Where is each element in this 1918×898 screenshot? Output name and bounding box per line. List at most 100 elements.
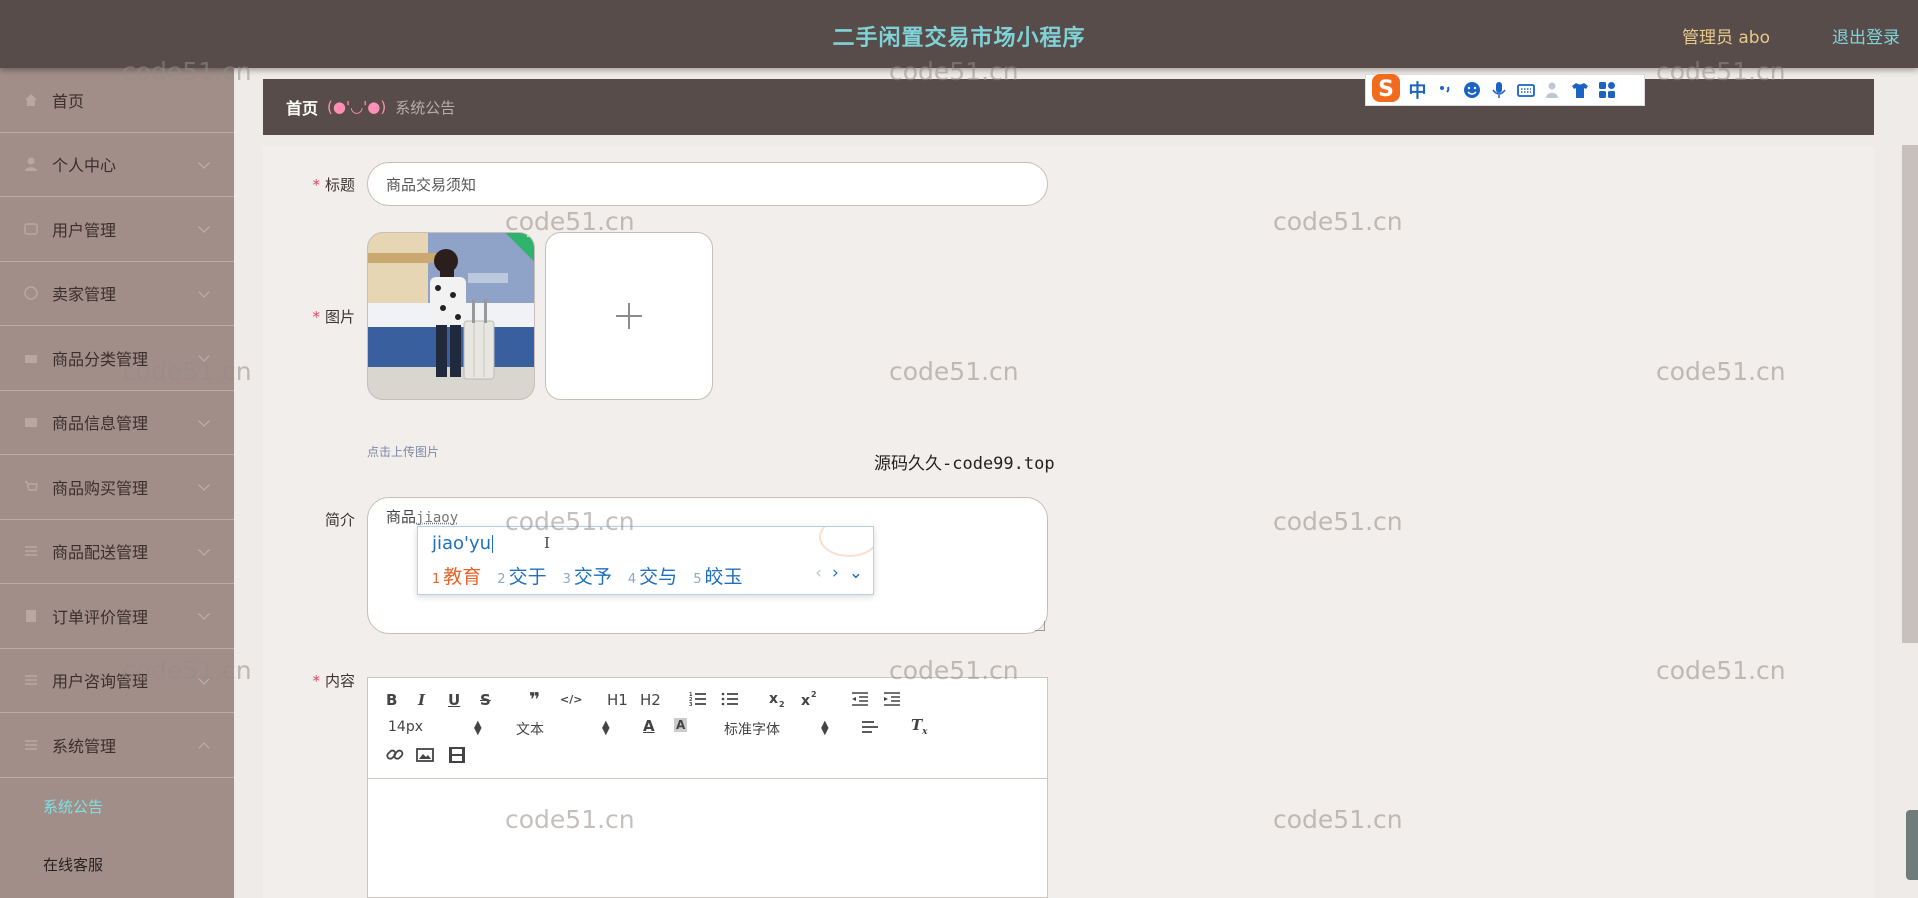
- align-icon[interactable]: [861, 718, 879, 740]
- consult-icon: [22, 671, 40, 689]
- intro-label: 简介: [324, 511, 355, 529]
- sidebar-item-label: 系统管理: [52, 736, 117, 756]
- chevron-down-icon: [198, 285, 210, 298]
- sidebar-subitem-online-service[interactable]: 在线客服: [0, 836, 234, 894]
- blockquote-button[interactable]: ❞: [529, 689, 540, 711]
- skin-shirt-icon[interactable]: [1566, 76, 1593, 104]
- sidebar-item-delivery[interactable]: 商品配送管理: [0, 520, 234, 584]
- text-style-select[interactable]: 文本 ▲ ▼: [516, 719, 610, 739]
- title-label: * 标题: [312, 176, 355, 194]
- sidebar-item-label: 商品购买管理: [52, 478, 149, 498]
- user-account-icon[interactable]: [1539, 76, 1566, 104]
- microphone-icon[interactable]: [1485, 76, 1512, 104]
- bullet-list-icon[interactable]: [721, 690, 739, 712]
- page-scrollbar[interactable]: [1902, 145, 1918, 643]
- sidebar-item-consult[interactable]: 用户咨询管理: [0, 649, 234, 713]
- ime-mode-toggle[interactable]: 中: [1404, 76, 1431, 104]
- plus-icon: [616, 303, 642, 329]
- sidebar-item-sellers[interactable]: 卖家管理: [0, 262, 234, 326]
- heading-1-button[interactable]: H1: [607, 691, 628, 709]
- superscript-icon[interactable]: x2: [801, 690, 821, 712]
- editor-content-area[interactable]: [368, 779, 1047, 898]
- chevron-up-icon: [198, 742, 210, 754]
- sidebar-item-profile[interactable]: 个人中心: [0, 133, 234, 197]
- editor-toolbar: B I U S ❞ </> H1 H2 123 x2 x2 14px ▲ ▼ 文本 ▲…: [368, 678, 1047, 779]
- sidebar-item-system[interactable]: 系统管理: [0, 713, 234, 778]
- sidebar-item-purchases[interactable]: 商品购买管理: [0, 455, 234, 520]
- users-icon: [22, 220, 40, 238]
- seller-icon: [22, 284, 40, 302]
- sidebar-item-goods[interactable]: 商品信息管理: [0, 391, 234, 455]
- italic-button[interactable]: I: [418, 691, 425, 709]
- sidebar-item-label: 商品分类管理: [52, 349, 149, 369]
- emoji-icon[interactable]: [1458, 76, 1485, 104]
- upload-hint: 点击上传图片: [367, 445, 440, 459]
- font-color-icon[interactable]: A: [643, 717, 655, 735]
- sidebar-item-reviews[interactable]: 订单评价管理: [0, 584, 234, 649]
- intro-composing-text: jiaoy: [416, 510, 459, 526]
- chevron-right-icon[interactable]: ›: [832, 563, 839, 583]
- ime-candidate-window: jiao'yu 1 教育 2 交于 3 交予 4 交与 5 皎玉 ‹ › ⌄: [417, 526, 874, 595]
- background-color-icon[interactable]: A: [674, 718, 688, 732]
- underline-button[interactable]: U: [448, 691, 460, 709]
- chevron-down-icon[interactable]: ⌄: [849, 563, 863, 583]
- punctuation-icon[interactable]: [1431, 76, 1458, 104]
- rich-text-editor: B I U S ❞ </> H1 H2 123 x2 x2 14px ▲ ▼ 文本 ▲…: [367, 677, 1048, 898]
- font-family-select[interactable]: 标准字体 ▲ ▼: [724, 719, 829, 739]
- ime-candidate[interactable]: 3 交予: [563, 562, 612, 589]
- sogou-logo-icon[interactable]: S: [1368, 71, 1404, 105]
- app-title: 二手闲置交易市场小程序: [832, 26, 1086, 51]
- font-size-select[interactable]: 14px ▲ ▼: [388, 719, 482, 737]
- sidebar-item-label: 首页: [52, 91, 85, 111]
- uploaded-photo: [368, 233, 534, 399]
- image-upload-button[interactable]: [545, 232, 713, 400]
- category-icon: [22, 349, 40, 367]
- resize-handle[interactable]: [1035, 621, 1045, 631]
- subscript-icon[interactable]: x2: [769, 690, 789, 712]
- video-insert-icon[interactable]: [448, 746, 466, 768]
- chevron-down-icon: [198, 672, 210, 685]
- svg-text:2: 2: [779, 700, 785, 708]
- image-insert-icon[interactable]: [416, 746, 434, 768]
- toolbox-grid-icon[interactable]: [1593, 76, 1620, 104]
- heading-2-button[interactable]: H2: [640, 691, 661, 709]
- breadcrumb-home[interactable]: 首页: [286, 95, 318, 119]
- sidebar-subitem-announcements[interactable]: 系统公告: [0, 778, 234, 836]
- cart-icon: [22, 478, 40, 496]
- ime-candidate-nav: ‹ › ⌄: [815, 563, 863, 583]
- bold-button[interactable]: B: [386, 691, 397, 709]
- strikethrough-button[interactable]: S: [480, 691, 491, 709]
- side-floating-tab[interactable]: [1906, 810, 1918, 880]
- keyboard-icon[interactable]: [1512, 76, 1539, 104]
- sidebar-item-label: 个人中心: [52, 156, 117, 176]
- sidebar-item-categories[interactable]: 商品分类管理: [0, 326, 234, 391]
- outdent-icon[interactable]: [851, 690, 869, 712]
- decoration: [819, 527, 873, 557]
- ordered-list-icon[interactable]: 123: [689, 690, 707, 712]
- ime-candidate[interactable]: 5 皎玉: [693, 562, 742, 589]
- delivery-icon: [22, 542, 40, 560]
- chevron-down-icon: [198, 350, 210, 362]
- ime-candidate[interactable]: 4 交与: [628, 562, 677, 589]
- ime-toolbar: S 中: [1365, 74, 1645, 106]
- clear-format-icon[interactable]: Tx: [911, 716, 928, 737]
- indent-icon[interactable]: [883, 690, 901, 712]
- chevron-left-icon[interactable]: ‹: [815, 563, 822, 583]
- ime-candidate-list: 1 教育 2 交于 3 交予 4 交与 5 皎玉: [432, 562, 758, 589]
- ime-candidate[interactable]: 1 教育: [432, 562, 481, 589]
- sidebar-item-users[interactable]: 用户管理: [0, 197, 234, 262]
- logout-button[interactable]: 退出登录: [1832, 23, 1900, 48]
- top-header: 二手闲置交易市场小程序 管理员 abo 退出登录: [0, 0, 1918, 68]
- link-icon[interactable]: [386, 746, 404, 768]
- svg-text:x: x: [769, 691, 778, 707]
- title-input[interactable]: 商品交易须知: [367, 162, 1048, 206]
- uploaded-image-thumbnail[interactable]: [367, 232, 535, 400]
- code-block-button[interactable]: </>: [560, 693, 582, 706]
- sidebar-item-home[interactable]: 首页: [0, 68, 234, 133]
- ime-candidate[interactable]: 2 交于: [497, 562, 546, 589]
- sidebar-item-label: 商品信息管理: [52, 414, 149, 434]
- chevron-down-icon: [198, 414, 210, 427]
- home-icon: [22, 91, 40, 109]
- content-label: * 内容: [312, 672, 355, 690]
- chevron-down-icon: [198, 543, 210, 556]
